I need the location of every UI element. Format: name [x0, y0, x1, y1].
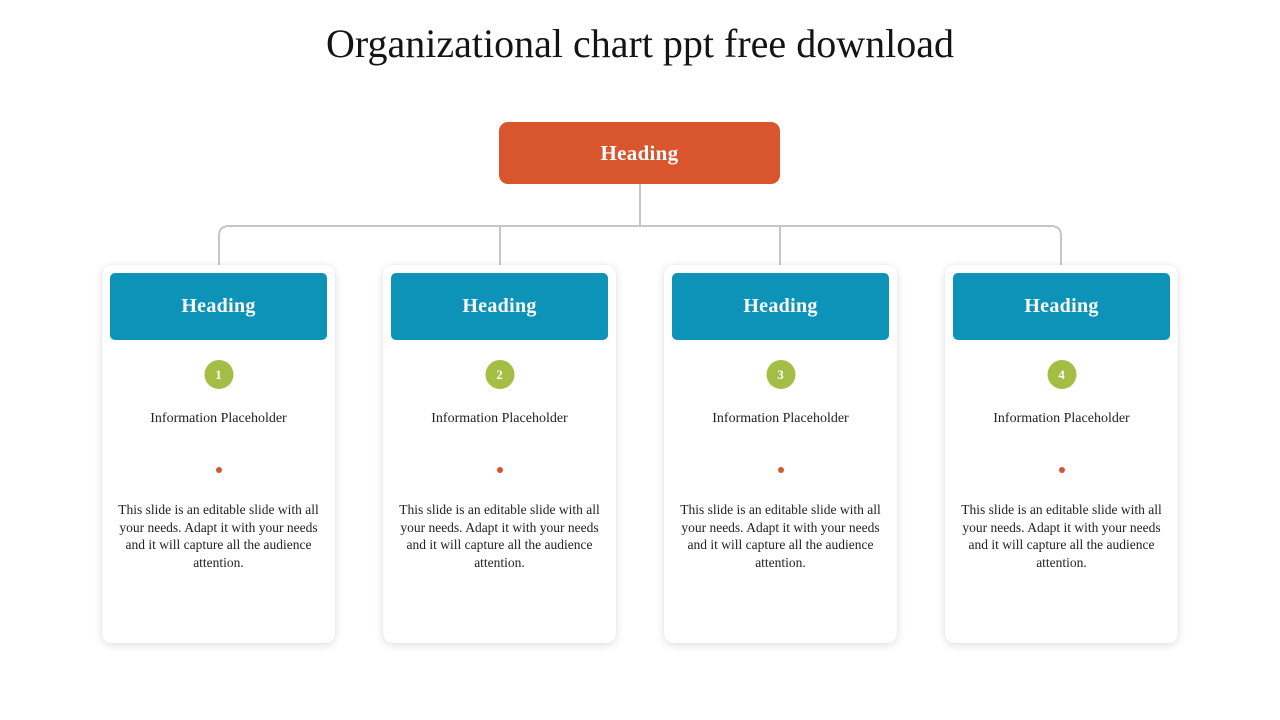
card-number-badge: 3: [766, 360, 795, 389]
card-body-text: This slide is an editable slide with all…: [680, 502, 881, 570]
card-header[interactable]: Heading: [110, 273, 327, 340]
bullet-dot-icon: [777, 467, 784, 473]
org-card[interactable]: Heading 1 Information Placeholder This s…: [102, 265, 335, 643]
card-heading-label: Heading: [462, 295, 537, 317]
page-title: Organizational chart ppt free download: [326, 21, 954, 66]
card-info-label: Information Placeholder: [431, 411, 568, 426]
card-info-label: Information Placeholder: [150, 411, 287, 426]
bullet-dot-icon: [1058, 467, 1065, 473]
org-card[interactable]: Heading 3 Information Placeholder This s…: [664, 265, 897, 643]
card-header[interactable]: Heading: [953, 273, 1170, 340]
org-card[interactable]: Heading 4 Information Placeholder This s…: [945, 265, 1178, 643]
card-number-text: 1: [215, 367, 222, 382]
card-heading-label: Heading: [743, 295, 818, 317]
card-number-text: 2: [496, 367, 503, 382]
card-body-text: This slide is an editable slide with all…: [118, 502, 319, 570]
card-info-label: Information Placeholder: [712, 411, 849, 426]
org-card[interactable]: Heading 2 Information Placeholder This s…: [383, 265, 616, 643]
card-header[interactable]: Heading: [391, 273, 608, 340]
slide-canvas: Organizational chart ppt free download H…: [0, 0, 1280, 720]
card-info-label: Information Placeholder: [993, 411, 1130, 426]
card-heading-label: Heading: [1024, 295, 1099, 317]
card-body-text: This slide is an editable slide with all…: [399, 502, 600, 570]
bullet-dot-icon: [215, 467, 222, 473]
card-number-badge: 4: [1047, 360, 1076, 389]
card-heading-label: Heading: [181, 295, 256, 317]
card-number-text: 3: [777, 367, 784, 382]
card-header[interactable]: Heading: [672, 273, 889, 340]
card-number-badge: 1: [204, 360, 233, 389]
card-body-text: This slide is an editable slide with all…: [961, 502, 1162, 570]
root-node-label: Heading: [600, 140, 679, 165]
card-number-badge: 2: [485, 360, 514, 389]
root-node-heading[interactable]: Heading: [499, 122, 780, 184]
cards-container: Heading 1 Information Placeholder This s…: [102, 265, 1179, 643]
bullet-dot-icon: [496, 467, 503, 473]
card-number-text: 4: [1058, 367, 1065, 382]
